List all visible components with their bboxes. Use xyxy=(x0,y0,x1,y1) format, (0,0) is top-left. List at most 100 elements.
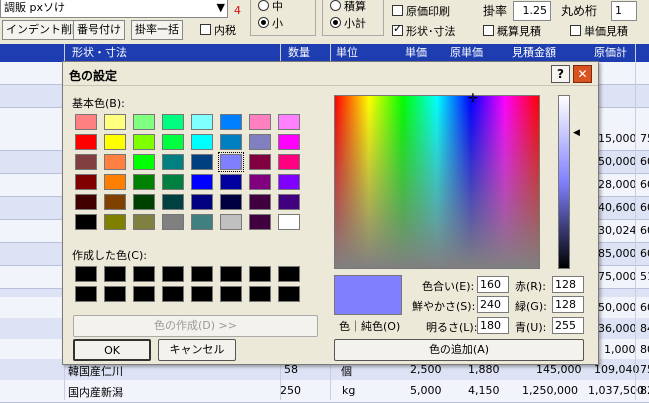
slider-arrow-icon[interactable]: ◀ xyxy=(573,128,580,138)
estimate-approx-checkbox[interactable]: 概算見積 xyxy=(483,25,541,39)
cost-print-checkbox[interactable]: 原価印刷 xyxy=(392,5,450,19)
basic-color-swatch[interactable] xyxy=(191,134,213,150)
basic-color-swatch[interactable] xyxy=(75,214,97,230)
basic-color-swatch[interactable] xyxy=(75,174,97,190)
unit-estimate-checkbox[interactable]: 単価見積 xyxy=(570,25,628,39)
radio-small[interactable]: 小 xyxy=(258,17,283,31)
basic-color-swatch[interactable] xyxy=(162,134,184,150)
col-unit[interactable]: 単位 xyxy=(336,44,358,62)
basic-color-swatch[interactable] xyxy=(249,214,271,230)
basic-color-swatch[interactable] xyxy=(75,154,97,170)
basic-color-swatch[interactable] xyxy=(249,174,271,190)
col-cost-total[interactable]: 原価計 xyxy=(594,44,627,62)
custom-color-swatch[interactable] xyxy=(75,286,97,302)
basic-color-swatch[interactable] xyxy=(278,214,300,230)
basic-color-swatch[interactable] xyxy=(220,174,242,190)
tax-incl-checkbox[interactable]: 内税 xyxy=(200,24,236,38)
basic-color-swatch[interactable] xyxy=(220,134,242,150)
radio-subtotal[interactable]: 小計 xyxy=(330,17,366,31)
basic-color-swatch[interactable] xyxy=(162,154,184,170)
basic-color-swatch[interactable] xyxy=(191,114,213,130)
col-unit-price[interactable]: 単価 xyxy=(405,44,427,62)
col-estimate[interactable]: 見積金額 xyxy=(512,44,556,62)
basic-color-swatch[interactable] xyxy=(278,154,300,170)
shape-checkbox[interactable]: 形状･寸法 xyxy=(392,22,456,39)
round-input[interactable]: 1 xyxy=(611,1,637,21)
basic-color-swatch[interactable] xyxy=(133,114,155,130)
hue-input[interactable]: 160 xyxy=(477,276,509,293)
rate-input[interactable]: 1.25 xyxy=(513,1,551,21)
basic-color-swatch[interactable] xyxy=(104,114,126,130)
ok-button[interactable]: OK xyxy=(73,339,151,361)
basic-color-swatch[interactable] xyxy=(133,154,155,170)
chevron-down-icon[interactable]: ▼ xyxy=(217,0,225,17)
basic-color-swatch[interactable] xyxy=(104,214,126,230)
col-shape[interactable]: 形状・寸法 xyxy=(72,44,127,62)
color-solid-label[interactable]: 色｜純色(O) xyxy=(339,318,400,334)
basic-color-swatch[interactable] xyxy=(162,174,184,190)
basic-color-swatch[interactable] xyxy=(191,194,213,210)
rate-all-button[interactable]: 掛率一括 xyxy=(131,20,183,40)
basic-color-swatch[interactable] xyxy=(133,134,155,150)
basic-color-swatch[interactable] xyxy=(218,152,244,172)
blue-input[interactable]: 255 xyxy=(552,317,584,334)
basic-color-swatch[interactable] xyxy=(133,214,155,230)
basic-color-swatch[interactable] xyxy=(220,214,242,230)
basic-color-swatch[interactable] xyxy=(249,114,271,130)
basic-color-swatch[interactable] xyxy=(133,174,155,190)
basic-color-swatch[interactable] xyxy=(104,134,126,150)
col-cost-price[interactable]: 原単価 xyxy=(450,44,483,62)
basic-color-swatch[interactable] xyxy=(104,194,126,210)
red-input[interactable]: 128 xyxy=(552,276,584,293)
lum-input[interactable]: 180 xyxy=(477,317,509,334)
luminance-slider[interactable] xyxy=(558,95,570,269)
col-qty[interactable]: 数量 xyxy=(288,44,310,62)
color-spectrum[interactable]: ✛ xyxy=(334,91,540,269)
number-button[interactable]: 番号付け xyxy=(73,20,125,40)
sat-input[interactable]: 240 xyxy=(477,296,509,313)
cancel-button[interactable]: キャンセル xyxy=(158,339,236,361)
basic-color-swatch[interactable] xyxy=(278,194,300,210)
basic-color-swatch[interactable] xyxy=(191,154,213,170)
basic-color-swatch[interactable] xyxy=(162,194,184,210)
basic-color-swatch[interactable] xyxy=(75,194,97,210)
basic-color-swatch[interactable] xyxy=(220,114,242,130)
custom-color-swatch[interactable] xyxy=(104,286,126,302)
basic-color-swatch[interactable] xyxy=(104,154,126,170)
custom-color-swatch[interactable] xyxy=(75,266,97,282)
custom-color-swatch[interactable] xyxy=(162,286,184,302)
basic-color-swatch[interactable] xyxy=(249,134,271,150)
basic-color-swatch[interactable] xyxy=(162,114,184,130)
green-input[interactable]: 128 xyxy=(552,296,584,313)
basic-color-swatch[interactable] xyxy=(249,154,271,170)
basic-color-swatch[interactable] xyxy=(278,114,300,130)
custom-color-swatch[interactable] xyxy=(191,286,213,302)
basic-color-swatch[interactable] xyxy=(249,194,271,210)
custom-color-swatch[interactable] xyxy=(191,266,213,282)
custom-color-swatch[interactable] xyxy=(162,266,184,282)
basic-color-swatch[interactable] xyxy=(75,114,97,130)
close-icon[interactable]: ✕ xyxy=(573,65,592,83)
basic-color-swatch[interactable] xyxy=(278,134,300,150)
basic-color-swatch[interactable] xyxy=(104,174,126,190)
custom-color-swatch[interactable] xyxy=(220,286,242,302)
basic-color-swatch[interactable] xyxy=(162,214,184,230)
define-custom-button[interactable]: 色の作成(D) >> xyxy=(73,315,318,337)
custom-color-swatch[interactable] xyxy=(104,266,126,282)
add-custom-button[interactable]: 色の追加(A) xyxy=(334,339,584,361)
custom-color-swatch[interactable] xyxy=(278,266,300,282)
help-icon[interactable]: ? xyxy=(551,65,570,83)
custom-color-swatch[interactable] xyxy=(249,286,271,302)
basic-color-swatch[interactable] xyxy=(191,214,213,230)
basic-color-swatch[interactable] xyxy=(75,134,97,150)
custom-color-swatch[interactable] xyxy=(278,286,300,302)
custom-color-swatch[interactable] xyxy=(220,266,242,282)
radio-mid[interactable]: 中 xyxy=(258,0,283,14)
basic-color-swatch[interactable] xyxy=(133,194,155,210)
custom-color-swatch[interactable] xyxy=(249,266,271,282)
top-field[interactable]: 調販 pxソけ ▼ xyxy=(0,0,228,18)
basic-color-swatch[interactable] xyxy=(278,174,300,190)
basic-color-swatch[interactable] xyxy=(220,194,242,210)
basic-color-swatch[interactable] xyxy=(191,174,213,190)
custom-color-swatch[interactable] xyxy=(133,266,155,282)
